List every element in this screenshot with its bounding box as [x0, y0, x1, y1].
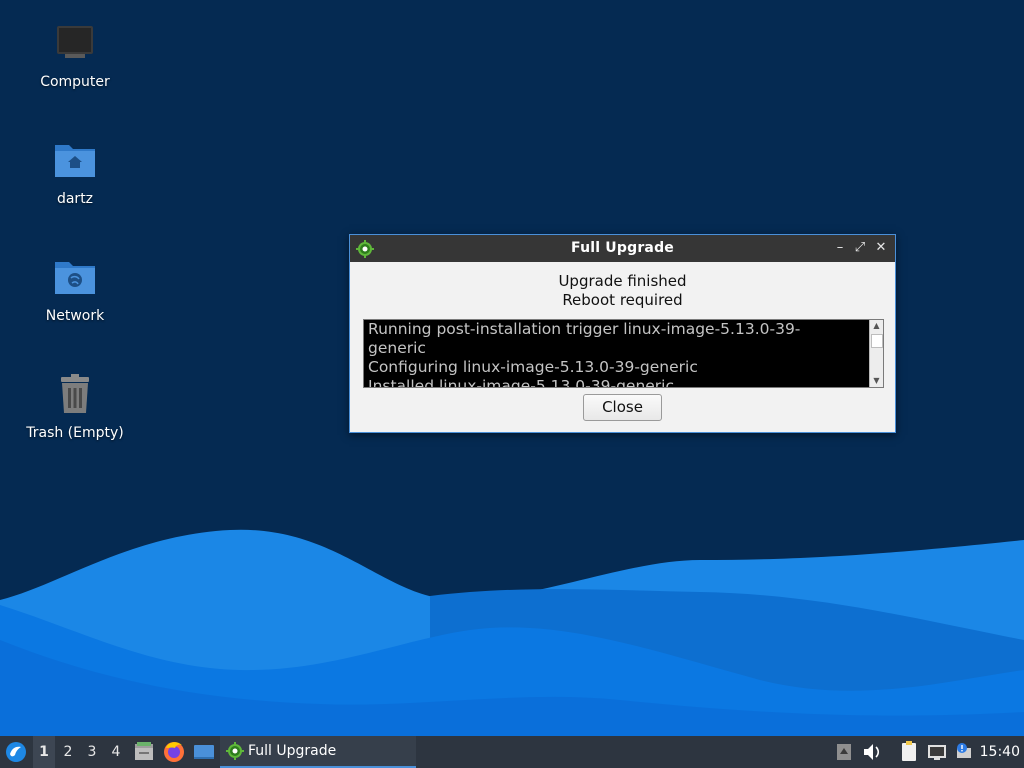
- desktop: Computer dartz Network Trash (Empty) Ful…: [0, 0, 1024, 768]
- desktop-icon-label: Trash (Empty): [26, 425, 124, 441]
- workspace-1[interactable]: 1: [33, 736, 55, 768]
- firefox-launcher[interactable]: [162, 736, 186, 768]
- desktop-icon-label: dartz: [56, 191, 94, 207]
- file-manager-icon: [135, 742, 153, 760]
- log-line: Running post-installation trigger linux-…: [368, 320, 801, 338]
- log-text: Running post-installation trigger linux-…: [368, 320, 868, 388]
- lubuntu-logo-icon: [6, 742, 26, 762]
- task-label: Full Upgrade: [248, 743, 337, 759]
- full-upgrade-dialog: Full Upgrade – ⤢ ✕ Upgrade finished Rebo…: [349, 234, 896, 433]
- minimize-button[interactable]: –: [833, 241, 847, 255]
- show-desktop-icon: [194, 745, 214, 759]
- close-window-button[interactable]: ✕: [874, 241, 888, 255]
- log-output[interactable]: Running post-installation trigger linux-…: [363, 319, 884, 388]
- gear-icon: [226, 742, 244, 760]
- desktop-icon-label: Network: [45, 308, 105, 324]
- upgrade-finished-text: Upgrade finished: [558, 272, 687, 290]
- trash-icon: [61, 374, 89, 413]
- home-folder-icon: [55, 145, 95, 177]
- desktop-icon-home-folder[interactable]: dartz: [20, 137, 130, 207]
- volume-button[interactable]: [861, 736, 883, 768]
- log-line: generic: [368, 339, 426, 357]
- computer-icon: [57, 26, 93, 58]
- firefox-icon: [164, 742, 184, 762]
- workspace-3[interactable]: 3: [81, 736, 103, 768]
- update-notifier-button[interactable]: [953, 736, 975, 768]
- tray-up-arrow-icon: [837, 744, 851, 760]
- log-line: Installed linux-image-5.13.0-39-generic: [368, 377, 675, 388]
- desktop-icon-label: Computer: [40, 74, 110, 90]
- workspace-2[interactable]: 2: [57, 736, 79, 768]
- scroll-thumb[interactable]: [871, 334, 883, 348]
- network-icon: [928, 745, 946, 760]
- close-button[interactable]: Close: [583, 394, 662, 421]
- network-folder-icon: [55, 262, 95, 294]
- dialog-title: Full Upgrade: [571, 240, 674, 256]
- tray-expand-button[interactable]: [834, 736, 854, 768]
- maximize-button[interactable]: ⤢: [853, 241, 867, 255]
- taskbar-task-full-upgrade[interactable]: Full Upgrade: [220, 736, 416, 768]
- network-button[interactable]: [926, 736, 948, 768]
- update-notifier-icon: [957, 743, 971, 758]
- scroll-down-arrow-icon[interactable]: ▼: [870, 375, 883, 387]
- show-desktop-launcher[interactable]: [192, 736, 216, 768]
- desktop-icon-network[interactable]: Network: [20, 254, 130, 324]
- reboot-required-text: Reboot required: [562, 291, 683, 309]
- status-message: Upgrade finished Reboot required: [350, 272, 895, 310]
- desktop-icon-trash[interactable]: Trash (Empty): [20, 371, 130, 441]
- workspace-4[interactable]: 4: [105, 736, 127, 768]
- log-line: Configuring linux-image-5.13.0-39-generi…: [368, 358, 698, 376]
- desktop-icon-computer[interactable]: Computer: [20, 20, 130, 90]
- dialog-titlebar[interactable]: Full Upgrade – ⤢ ✕: [350, 235, 895, 262]
- clock[interactable]: 15:40: [980, 736, 1020, 768]
- start-menu-button[interactable]: [4, 736, 28, 768]
- clipboard-button[interactable]: [898, 736, 920, 768]
- log-scrollbar[interactable]: ▲ ▼: [869, 320, 883, 387]
- scroll-up-arrow-icon[interactable]: ▲: [870, 320, 883, 332]
- clipboard-icon: [902, 741, 916, 761]
- taskbar: 1 2 3 4 Full Upgrade 15:40: [0, 736, 1024, 768]
- file-manager-launcher[interactable]: [133, 736, 157, 768]
- volume-icon: [864, 744, 880, 760]
